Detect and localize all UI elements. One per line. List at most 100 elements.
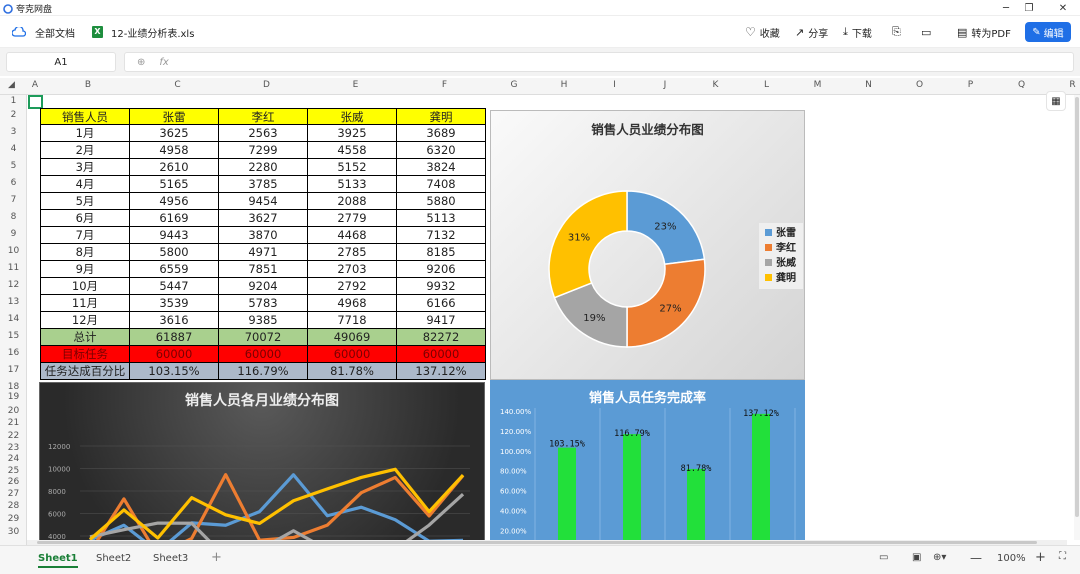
- total-row-cell[interactable]: 总计: [40, 329, 130, 346]
- row-header[interactable]: 1: [0, 96, 27, 106]
- table-header-cell[interactable]: 龚明: [397, 108, 486, 125]
- table-row-cell[interactable]: 4956: [130, 193, 219, 210]
- table-header-cell[interactable]: 销售人员: [40, 108, 130, 125]
- row-header[interactable]: 27: [0, 489, 27, 499]
- column-header[interactable]: K: [690, 80, 741, 90]
- share-button[interactable]: ↗ 分享: [795, 16, 828, 48]
- target-row-cell[interactable]: 60000: [397, 346, 486, 363]
- table-row-cell[interactable]: 6320: [397, 142, 486, 159]
- row-header[interactable]: 16: [0, 348, 27, 358]
- row-header[interactable]: 9: [0, 229, 27, 239]
- column-header[interactable]: L: [741, 80, 792, 90]
- active-cell-selection[interactable]: [28, 95, 43, 109]
- table-row-cell[interactable]: 4968: [308, 295, 397, 312]
- total-row-cell[interactable]: 49069: [308, 329, 397, 346]
- table-row-cell[interactable]: 5800: [130, 244, 219, 261]
- line-chart[interactable]: 销售人员各月业绩分布图 12000100008000600040002000: [39, 382, 485, 545]
- sheet-tab-2[interactable]: Sheet2: [96, 553, 131, 564]
- rate-row-cell[interactable]: 103.15%: [130, 363, 219, 380]
- rate-row-cell[interactable]: 任务达成百分比: [40, 363, 130, 380]
- row-header[interactable]: 3: [0, 127, 27, 137]
- total-row-cell[interactable]: 61887: [130, 329, 219, 346]
- column-header[interactable]: C: [133, 80, 222, 90]
- table-header-cell[interactable]: 李红: [219, 108, 308, 125]
- column-header[interactable]: H: [539, 80, 589, 90]
- table-row-cell[interactable]: 2703: [308, 261, 397, 278]
- restore-button[interactable]: ❐: [1018, 0, 1040, 16]
- download-button[interactable]: ⤓ 下载: [843, 16, 872, 48]
- table-row-cell[interactable]: 9385: [219, 312, 308, 329]
- row-header[interactable]: 11: [0, 263, 27, 273]
- table-row-cell[interactable]: 1月: [40, 125, 130, 142]
- table-row-cell[interactable]: 2610: [130, 159, 219, 176]
- table-row-cell[interactable]: 8185: [397, 244, 486, 261]
- row-header[interactable]: 23: [0, 443, 27, 453]
- table-row-cell[interactable]: 7299: [219, 142, 308, 159]
- sheet-tab-1[interactable]: Sheet1: [38, 553, 78, 568]
- table-row-cell[interactable]: 3月: [40, 159, 130, 176]
- table-row-cell[interactable]: 5165: [130, 176, 219, 193]
- table-row-cell[interactable]: 5447: [130, 278, 219, 295]
- close-window-button[interactable]: ✕: [1052, 0, 1074, 16]
- row-header[interactable]: 14: [0, 314, 27, 324]
- fullscreen-icon[interactable]: ⛶: [1059, 551, 1066, 562]
- table-row-cell[interactable]: 9206: [397, 261, 486, 278]
- table-row-cell[interactable]: 4558: [308, 142, 397, 159]
- table-row-cell[interactable]: 6月: [40, 210, 130, 227]
- comment-button[interactable]: ▭: [921, 16, 931, 48]
- add-sheet-icon[interactable]: +: [211, 550, 222, 565]
- table-row-cell[interactable]: 9443: [130, 227, 219, 244]
- table-row-cell[interactable]: 3925: [308, 125, 397, 142]
- table-row-cell[interactable]: 3539: [130, 295, 219, 312]
- table-row-cell[interactable]: 9454: [219, 193, 308, 210]
- row-header[interactable]: 21: [0, 418, 27, 428]
- name-box[interactable]: A1: [6, 52, 116, 72]
- rate-row-cell[interactable]: 116.79%: [219, 363, 308, 380]
- column-header[interactable]: N: [843, 80, 894, 90]
- table-row-cell[interactable]: 4971: [219, 244, 308, 261]
- column-header[interactable]: R: [1047, 80, 1080, 90]
- table-row-cell[interactable]: 7851: [219, 261, 308, 278]
- row-header[interactable]: 28: [0, 501, 27, 511]
- table-row-cell[interactable]: 9932: [397, 278, 486, 295]
- row-header[interactable]: 22: [0, 431, 27, 441]
- table-row-cell[interactable]: 3616: [130, 312, 219, 329]
- row-header[interactable]: 15: [0, 331, 27, 341]
- table-row-cell[interactable]: 2792: [308, 278, 397, 295]
- table-row-cell[interactable]: 5133: [308, 176, 397, 193]
- freeze-icon[interactable]: ⊕▾: [933, 552, 946, 563]
- table-row-cell[interactable]: 6169: [130, 210, 219, 227]
- target-row-cell[interactable]: 60000: [308, 346, 397, 363]
- column-header[interactable]: M: [792, 80, 843, 90]
- table-row-cell[interactable]: 9417: [397, 312, 486, 329]
- row-header[interactable]: 10: [0, 246, 27, 256]
- table-row-cell[interactable]: 3627: [219, 210, 308, 227]
- target-row-cell[interactable]: 60000: [219, 346, 308, 363]
- row-header[interactable]: 25: [0, 466, 27, 476]
- table-header-cell[interactable]: 张雷: [130, 108, 219, 125]
- to-pdf-button[interactable]: ▤ 转为PDF: [957, 16, 1011, 48]
- row-header[interactable]: 30: [0, 527, 27, 537]
- table-row-cell[interactable]: 4468: [308, 227, 397, 244]
- row-header[interactable]: 7: [0, 195, 27, 205]
- formula-input[interactable]: ⊕ fx: [124, 52, 1074, 72]
- target-row-cell[interactable]: 60000: [130, 346, 219, 363]
- row-header[interactable]: 18: [0, 382, 27, 392]
- row-header[interactable]: 4: [0, 144, 27, 154]
- table-row-cell[interactable]: 10月: [40, 278, 130, 295]
- table-row-cell[interactable]: 2088: [308, 193, 397, 210]
- table-row-cell[interactable]: 5月: [40, 193, 130, 210]
- column-header[interactable]: I: [589, 80, 640, 90]
- corner-select-icon[interactable]: ◢: [8, 80, 15, 90]
- column-header[interactable]: J: [640, 80, 690, 90]
- table-row-cell[interactable]: 7408: [397, 176, 486, 193]
- table-row-cell[interactable]: 6559: [130, 261, 219, 278]
- column-header[interactable]: P: [945, 80, 996, 90]
- row-header[interactable]: 26: [0, 477, 27, 487]
- total-row-cell[interactable]: 70072: [219, 329, 308, 346]
- table-row-cell[interactable]: 2月: [40, 142, 130, 159]
- table-header-cell[interactable]: 张威: [308, 108, 397, 125]
- row-header[interactable]: 17: [0, 365, 27, 375]
- layout-icon[interactable]: ▭: [879, 552, 888, 563]
- column-header[interactable]: B: [43, 80, 133, 90]
